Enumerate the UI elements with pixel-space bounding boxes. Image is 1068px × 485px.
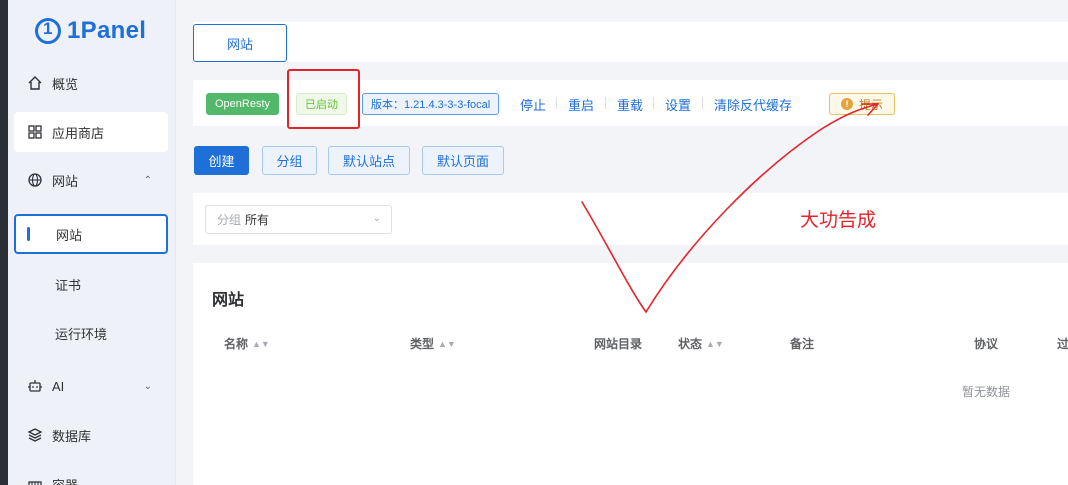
annotation-checkmark [581, 103, 879, 314]
